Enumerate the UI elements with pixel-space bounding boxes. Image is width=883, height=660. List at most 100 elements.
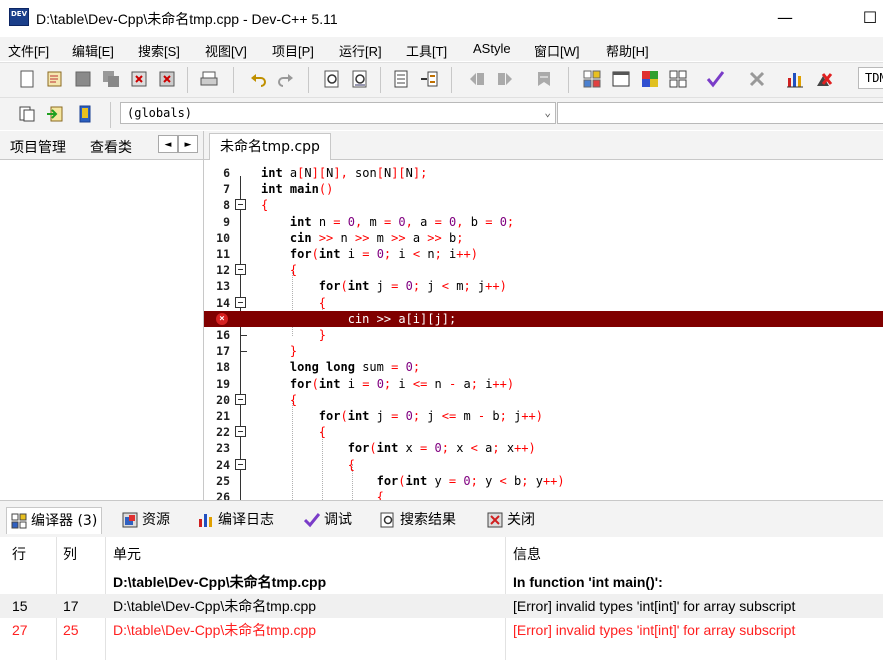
code-line[interactable]: 10 cin >> n >> m >> a >> b; [204,230,883,246]
tab-scroll-right-button[interactable]: ► [178,135,198,153]
minimize-button[interactable]: — [770,6,800,30]
code-text: { [376,490,384,500]
code-line[interactable]: 24 { [204,457,883,473]
unindent-icon[interactable] [418,68,440,90]
fold-toggle-icon[interactable] [235,296,246,308]
table-row-error[interactable]: 27 25 D:\table\Dev-Cpp\未命名tmp.cpp [Error… [0,618,883,642]
fold-toggle-icon[interactable] [235,264,246,276]
tab-debug[interactable]: 调试 [303,508,352,532]
tab-compile-log[interactable]: 编译日志 [198,508,274,532]
close-icon[interactable] [128,68,150,90]
table-row[interactable]: D:\table\Dev-Cpp\未命名tmp.cpp In function … [0,570,883,594]
new-file-icon[interactable] [16,68,38,90]
code-text: int main() [261,182,334,197]
table-row-selected[interactable]: 15 17 D:\table\Dev-Cpp\未命名tmp.cpp [Error… [0,594,883,618]
column-header-line[interactable]: 行 [12,544,26,564]
tab-tmp-cpp[interactable]: 未命名tmp.cpp [209,133,331,160]
code-line[interactable]: 8{ [204,197,883,213]
tab-resources[interactable]: 资源 [122,508,170,532]
fold-toggle-icon[interactable] [235,393,246,405]
code-line[interactable]: 12 { [204,262,883,278]
globals-select[interactable]: (globals) ⌄ [120,102,556,124]
run-icon[interactable] [610,68,632,90]
undo-icon[interactable] [247,68,269,90]
save-all-icon[interactable] [100,68,122,90]
code-line[interactable]: 20 { [204,392,883,408]
code-text: int a[N][N], son[N][N]; [261,166,428,180]
tab-compiler[interactable]: 编译器 (3) [6,507,103,534]
code-text: for(int x = 0; x < a; x++) [347,441,536,456]
bookmark-next-icon[interactable] [494,68,516,90]
debug-icon[interactable] [813,68,835,90]
column-header-col[interactable]: 列 [63,544,77,564]
code-text: cin >> a[i][j]; [347,311,457,326]
print-icon[interactable] [198,68,220,90]
check-icon[interactable] [704,68,726,90]
goto-declaration-icon[interactable] [16,103,38,125]
compiler-select[interactable]: TDM [858,67,883,89]
code-editor[interactable]: 6 int a[N][N], son[N][N]; 7 int main() 8{9 i… [204,160,883,500]
code-text: { [261,198,269,213]
class-browser-icon[interactable] [74,103,96,125]
code-line[interactable]: 16 } [204,327,883,343]
code-line-error[interactable]: × cin >> a[i][j]; [204,310,883,327]
line-number: 25 [216,473,230,488]
code-line[interactable]: 18 long long sum = 0; [204,359,883,375]
stop-icon[interactable] [746,68,768,90]
tab-close[interactable]: 关闭 [487,508,535,532]
code-line[interactable]: 11 for(int i = 0; i < n; i++) [204,246,883,262]
menu-file[interactable]: 文件[F] [8,41,49,60]
code-text: for(int i = 0; i < n; i++) [289,247,478,261]
bookmark-icon[interactable] [533,68,555,90]
line-number: 24 [216,457,230,472]
function-select[interactable] [557,102,883,124]
code-line[interactable]: 7 int main() [204,181,883,197]
tab-class-view[interactable]: 查看类 [90,137,132,157]
tab-search-results[interactable]: 搜索结果 [380,508,456,532]
code-line[interactable]: 25 for(int y = 0; y < b; y++) [204,473,883,489]
code-line[interactable]: 23 for(int x = 0; x < a; x++) [204,440,883,456]
code-line[interactable]: 17 } [204,343,883,359]
output-tab-bar: 编译器 (3) 资源 编译日志 调试 搜索结果 关闭 [0,500,883,537]
compile-icon[interactable] [581,68,603,90]
compile-run-icon[interactable] [639,68,661,90]
menu-help[interactable]: 帮助[H] [606,41,649,60]
code-line[interactable]: 19 for(int i = 0; i <= n - a; i++) [204,376,883,392]
replace-icon[interactable] [349,68,371,90]
menu-window[interactable]: 窗口[W] [534,41,580,60]
open-project-icon[interactable] [44,68,66,90]
column-header-unit[interactable]: 单元 [113,544,141,564]
column-header-message[interactable]: 信息 [513,544,541,564]
redo-icon[interactable] [275,68,297,90]
fold-toggle-icon[interactable] [235,426,246,438]
find-icon[interactable] [321,68,343,90]
bookmark-prev-icon[interactable] [466,68,488,90]
code-line[interactable]: 22 { [204,424,883,440]
maximize-button[interactable]: ☐ [855,6,883,30]
code-line[interactable]: 26 { [204,489,883,500]
menu-astyle[interactable]: AStyle [473,41,511,56]
code-line[interactable]: 9 int n = 0, m = 0, a = 0, b = 0; [204,214,883,230]
code-line[interactable]: 21 for(int j = 0; j <= m - b; j++) [204,408,883,424]
chart-icon[interactable] [784,68,806,90]
code-line[interactable]: 6 int a[N][N], son[N][N]; [204,165,883,181]
menu-run[interactable]: 运行[R] [339,41,382,60]
rebuild-icon[interactable] [667,68,689,90]
code-line[interactable]: 14 { [204,295,883,311]
tab-project-manager[interactable]: 项目管理 [10,137,66,157]
save-icon[interactable] [72,68,94,90]
menu-tools[interactable]: 工具[T] [406,41,447,60]
fold-toggle-icon[interactable] [235,458,246,470]
menu-project[interactable]: 项目[P] [272,41,314,60]
code-line[interactable]: 13 for(int j = 0; j < m; j++) [204,278,883,294]
row-message: In function 'int main()': [513,574,663,590]
menu-view[interactable]: 视图[V] [205,41,247,60]
menu-edit[interactable]: 编辑[E] [72,41,114,60]
goto-definition-icon[interactable] [44,103,66,125]
indent-icon[interactable] [390,68,412,90]
close-all-icon[interactable] [156,68,178,90]
fold-toggle-icon[interactable] [235,199,246,211]
menu-search[interactable]: 搜索[S] [138,41,180,60]
error-marker-icon[interactable]: × [216,312,228,325]
tab-scroll-left-button[interactable]: ◄ [158,135,178,153]
